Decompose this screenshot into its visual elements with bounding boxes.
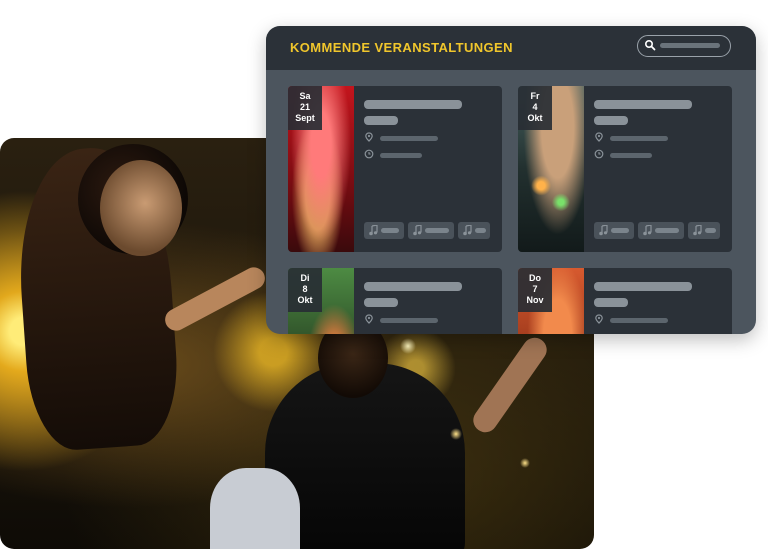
location-placeholder <box>610 318 668 323</box>
date-day: 21 <box>299 102 310 112</box>
location-pin-icon <box>595 132 603 142</box>
event-subtitle-placeholder <box>594 298 628 307</box>
music-note-icon <box>463 225 472 236</box>
light-glow <box>520 458 530 468</box>
music-note-icon <box>369 225 378 236</box>
tag-label-placeholder <box>381 228 399 233</box>
event-title-placeholder <box>364 282 462 291</box>
time-placeholder <box>380 153 422 158</box>
event-card[interactable]: Fr 4 Okt <box>518 86 732 252</box>
woman-face <box>100 160 182 256</box>
background-person <box>210 468 300 549</box>
location-placeholder <box>380 318 438 323</box>
tag-label-placeholder <box>425 228 449 233</box>
location-pin-icon <box>595 314 603 324</box>
genre-tag[interactable] <box>688 222 720 239</box>
light-glow <box>450 428 462 440</box>
event-title-placeholder <box>364 100 462 109</box>
tag-label-placeholder <box>475 228 486 233</box>
light-glow <box>400 338 416 354</box>
date-month: Sept <box>295 113 315 123</box>
date-badge: Sa 21 Sept <box>288 86 322 130</box>
date-weekday: Di <box>300 273 310 283</box>
location-placeholder <box>610 136 668 141</box>
genre-tag[interactable] <box>408 222 454 239</box>
music-note-icon <box>599 225 608 236</box>
event-title-placeholder <box>594 100 692 109</box>
widget-title: KOMMENDE VERANSTALTUNGEN <box>290 40 513 55</box>
music-note-icon <box>693 225 702 236</box>
date-day: 7 <box>532 284 538 294</box>
clock-icon <box>364 149 374 159</box>
event-subtitle-placeholder <box>594 116 628 125</box>
event-subtitle-placeholder <box>364 116 398 125</box>
date-weekday: Do <box>529 273 541 283</box>
raised-arm <box>468 333 552 437</box>
music-note-icon <box>413 225 422 236</box>
genre-tag[interactable] <box>638 222 684 239</box>
location-placeholder <box>380 136 438 141</box>
date-badge: Do 7 Nov <box>518 268 552 312</box>
date-month: Nov <box>526 295 544 305</box>
event-subtitle-placeholder <box>364 298 398 307</box>
event-card[interactable]: Do 7 Nov <box>518 268 732 334</box>
woman-arm <box>161 263 269 335</box>
widget-header: KOMMENDE VERANSTALTUNGEN <box>266 26 756 70</box>
music-note-icon <box>643 225 652 236</box>
location-pin-icon <box>365 132 373 142</box>
event-card[interactable]: Di 8 Okt <box>288 268 502 334</box>
date-weekday: Sa <box>299 91 311 101</box>
date-badge: Di 8 Okt <box>288 268 322 312</box>
tag-label-placeholder <box>611 228 629 233</box>
date-day: 4 <box>532 102 538 112</box>
search-field[interactable] <box>637 35 731 57</box>
genre-tag[interactable] <box>364 222 404 239</box>
event-card[interactable]: Sa 21 Sept <box>288 86 502 252</box>
tag-label-placeholder <box>705 228 716 233</box>
search-placeholder-bar <box>660 43 720 48</box>
clock-icon <box>594 149 604 159</box>
date-day: 8 <box>302 284 308 294</box>
date-weekday: Fr <box>530 91 540 101</box>
genre-tag[interactable] <box>594 222 634 239</box>
events-widget: KOMMENDE VERANSTALTUNGEN Sa 21 Sept Fr 4… <box>266 26 756 334</box>
date-badge: Fr 4 Okt <box>518 86 552 130</box>
tag-label-placeholder <box>655 228 679 233</box>
time-placeholder <box>610 153 652 158</box>
date-month: Okt <box>297 295 313 305</box>
event-title-placeholder <box>594 282 692 291</box>
search-icon <box>644 39 656 51</box>
genre-tag[interactable] <box>458 222 490 239</box>
date-month: Okt <box>527 113 543 123</box>
location-pin-icon <box>365 314 373 324</box>
